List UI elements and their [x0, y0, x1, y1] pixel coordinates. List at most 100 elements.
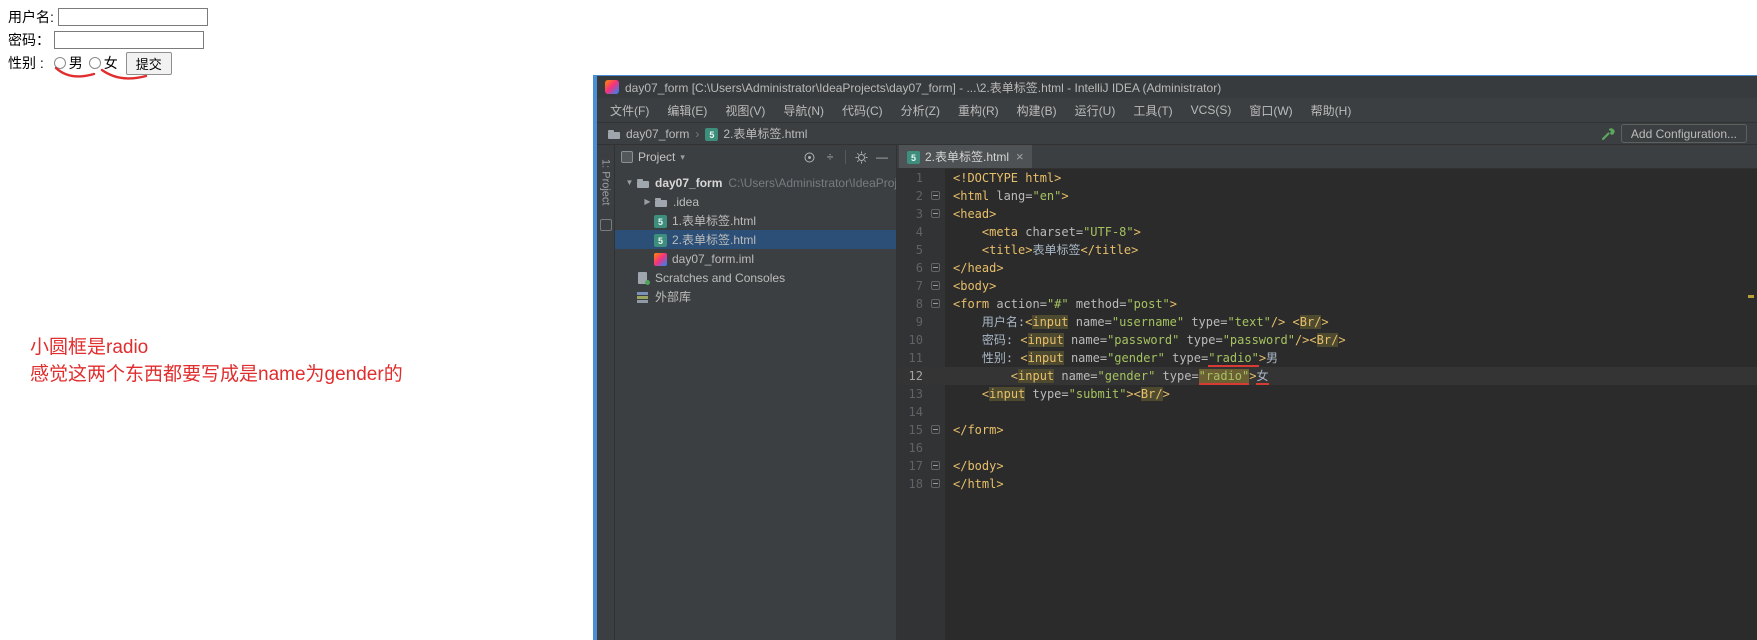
code-line-10[interactable]: 10 密码: <input name="password" type="pass…	[897, 331, 1757, 349]
submit-button[interactable]: 提交	[125, 51, 172, 75]
menu-item-6[interactable]: 重构(R)	[949, 100, 1008, 121]
line-number[interactable]: 17	[897, 457, 927, 475]
tool-window-icon[interactable]	[599, 219, 612, 232]
fold-gutter[interactable]	[927, 295, 945, 313]
line-number[interactable]: 8	[897, 295, 927, 313]
code-line-8[interactable]: 8 <form action="#" method="post">	[897, 295, 1757, 313]
menu-item-5[interactable]: 分析(Z)	[892, 100, 949, 121]
code-token: 男	[1266, 351, 1279, 365]
line-number[interactable]: 10	[897, 331, 927, 349]
code-line-3[interactable]: 3 <head>	[897, 205, 1757, 223]
line-number[interactable]: 11	[897, 349, 927, 367]
fold-gutter[interactable]	[927, 421, 945, 439]
fold-marker-icon[interactable]	[931, 479, 940, 488]
code-line-11[interactable]: 11 性别: <input name="gender" type="radio"…	[897, 349, 1757, 367]
wrench-icon[interactable]	[1600, 126, 1616, 142]
line-number[interactable]: 4	[897, 223, 927, 241]
line-number[interactable]: 7	[897, 277, 927, 295]
code-line-14[interactable]: 14	[897, 403, 1757, 421]
hide-panel-icon[interactable]: —	[874, 149, 890, 165]
fold-marker-icon[interactable]	[931, 263, 940, 272]
fold-gutter[interactable]	[927, 277, 945, 295]
fold-gutter[interactable]	[927, 205, 945, 223]
project-tree-item[interactable]: 5 1.表单标签.html	[615, 211, 896, 230]
code-line-7[interactable]: 7 <body>	[897, 277, 1757, 295]
code-line-12[interactable]: 12 <input name="gender" type="radio">女	[897, 367, 1757, 385]
menu-item-11[interactable]: 窗口(W)	[1240, 100, 1301, 121]
tab-2-form-html[interactable]: 5 2.表单标签.html ×	[899, 145, 1032, 168]
menu-item-0[interactable]: 文件(F)	[601, 100, 658, 121]
code-line-4[interactable]: 4 <meta charset="UTF-8">	[897, 223, 1757, 241]
username-input[interactable]	[57, 8, 208, 26]
line-number[interactable]: 9	[897, 313, 927, 331]
line-number[interactable]: 13	[897, 385, 927, 403]
fold-gutter[interactable]	[927, 259, 945, 277]
menu-item-2[interactable]: 视图(V)	[716, 100, 774, 121]
line-number[interactable]: 6	[897, 259, 927, 277]
project-tree-item[interactable]: day07_form.iml	[615, 249, 896, 268]
female-radio[interactable]	[88, 57, 101, 69]
line-number[interactable]: 16	[897, 439, 927, 457]
fold-marker-icon[interactable]	[931, 425, 940, 434]
code-line-1[interactable]: 1 <!DOCTYPE html>	[897, 169, 1757, 187]
project-panel-title[interactable]: Project	[638, 150, 675, 164]
breadcrumb-project[interactable]: day07_form	[626, 127, 689, 141]
menu-item-9[interactable]: 工具(T)	[1124, 100, 1181, 121]
line-number[interactable]: 14	[897, 403, 927, 421]
line-number[interactable]: 18	[897, 475, 927, 493]
project-tool-window-button[interactable]: 1: Project	[600, 159, 612, 205]
expand-arrow-icon[interactable]: ▼	[623, 178, 636, 187]
breadcrumb-file[interactable]: 2.表单标签.html	[723, 125, 807, 142]
project-tree-item[interactable]: 外部库	[615, 287, 896, 306]
line-number[interactable]: 12	[897, 367, 927, 385]
code-line-16[interactable]: 16	[897, 439, 1757, 457]
code-line-6[interactable]: 6 </head>	[897, 259, 1757, 277]
project-tree-item[interactable]: 5 2.表单标签.html	[615, 230, 896, 249]
menu-item-3[interactable]: 导航(N)	[774, 100, 833, 121]
menu-item-10[interactable]: VCS(S)	[1182, 101, 1241, 119]
code-text: <input name="gender" type="radio">女	[945, 367, 1757, 385]
code-line-13[interactable]: 13 <input type="submit"><Br/>	[897, 385, 1757, 403]
code-line-17[interactable]: 17 </body>	[897, 457, 1757, 475]
fold-marker-icon[interactable]	[931, 461, 940, 470]
chevron-down-icon[interactable]: ▾	[680, 152, 685, 163]
line-number[interactable]: 1	[897, 169, 927, 187]
password-input[interactable]	[54, 31, 204, 49]
fold-gutter[interactable]	[927, 187, 945, 205]
fold-gutter[interactable]	[927, 475, 945, 493]
menu-item-1[interactable]: 编辑(E)	[658, 100, 716, 121]
code-text: <body>	[945, 277, 1757, 295]
code-editor[interactable]: 1 <!DOCTYPE html> 2 <html lang="en"> 3 <head>…	[897, 169, 1757, 640]
menu-item-12[interactable]: 帮助(H)	[1302, 100, 1361, 121]
line-number[interactable]: 5	[897, 241, 927, 259]
male-radio[interactable]	[53, 57, 66, 69]
fold-marker-icon[interactable]	[931, 299, 940, 308]
project-tree-item[interactable]: Scratches and Consoles	[615, 268, 896, 287]
close-tab-icon[interactable]: ×	[1016, 149, 1024, 164]
collapse-arrow-icon[interactable]: ▶	[641, 197, 654, 206]
code-line-15[interactable]: 15 </form>	[897, 421, 1757, 439]
project-tree-item[interactable]: ▼ day07_form C:\Users\Administrator\IdeaPr…	[615, 173, 896, 192]
code-line-9[interactable]: 9 用户名: < input name="username" type="text"…	[897, 313, 1757, 331]
code-text: </form>	[945, 421, 1757, 439]
fold-marker-icon[interactable]	[931, 209, 940, 218]
project-tree-item[interactable]: ▶ .idea	[615, 192, 896, 211]
title-bar[interactable]: day07_form [C:\Users\Administrator\IdeaP…	[597, 76, 1757, 98]
code-line-2[interactable]: 2 <html lang="en">	[897, 187, 1757, 205]
menu-item-8[interactable]: 运行(U)	[1066, 100, 1125, 121]
menu-item-7[interactable]: 构建(B)	[1008, 100, 1066, 121]
line-number[interactable]: 2	[897, 187, 927, 205]
collapse-all-icon[interactable]: ÷	[822, 149, 838, 165]
add-configuration-button[interactable]: Add Configuration...	[1620, 124, 1747, 143]
locate-file-icon[interactable]	[801, 149, 817, 165]
fold-marker-icon[interactable]	[931, 281, 940, 290]
line-number[interactable]: 15	[897, 421, 927, 439]
code-line-5[interactable]: 5 <title>表单标签</title>	[897, 241, 1757, 259]
fold-gutter[interactable]	[927, 457, 945, 475]
code-token: <	[1020, 333, 1028, 347]
fold-marker-icon[interactable]	[931, 191, 940, 200]
line-number[interactable]: 3	[897, 205, 927, 223]
code-line-18[interactable]: 18 </html>	[897, 475, 1757, 493]
gear-icon[interactable]	[853, 149, 869, 165]
menu-item-4[interactable]: 代码(C)	[833, 100, 892, 121]
